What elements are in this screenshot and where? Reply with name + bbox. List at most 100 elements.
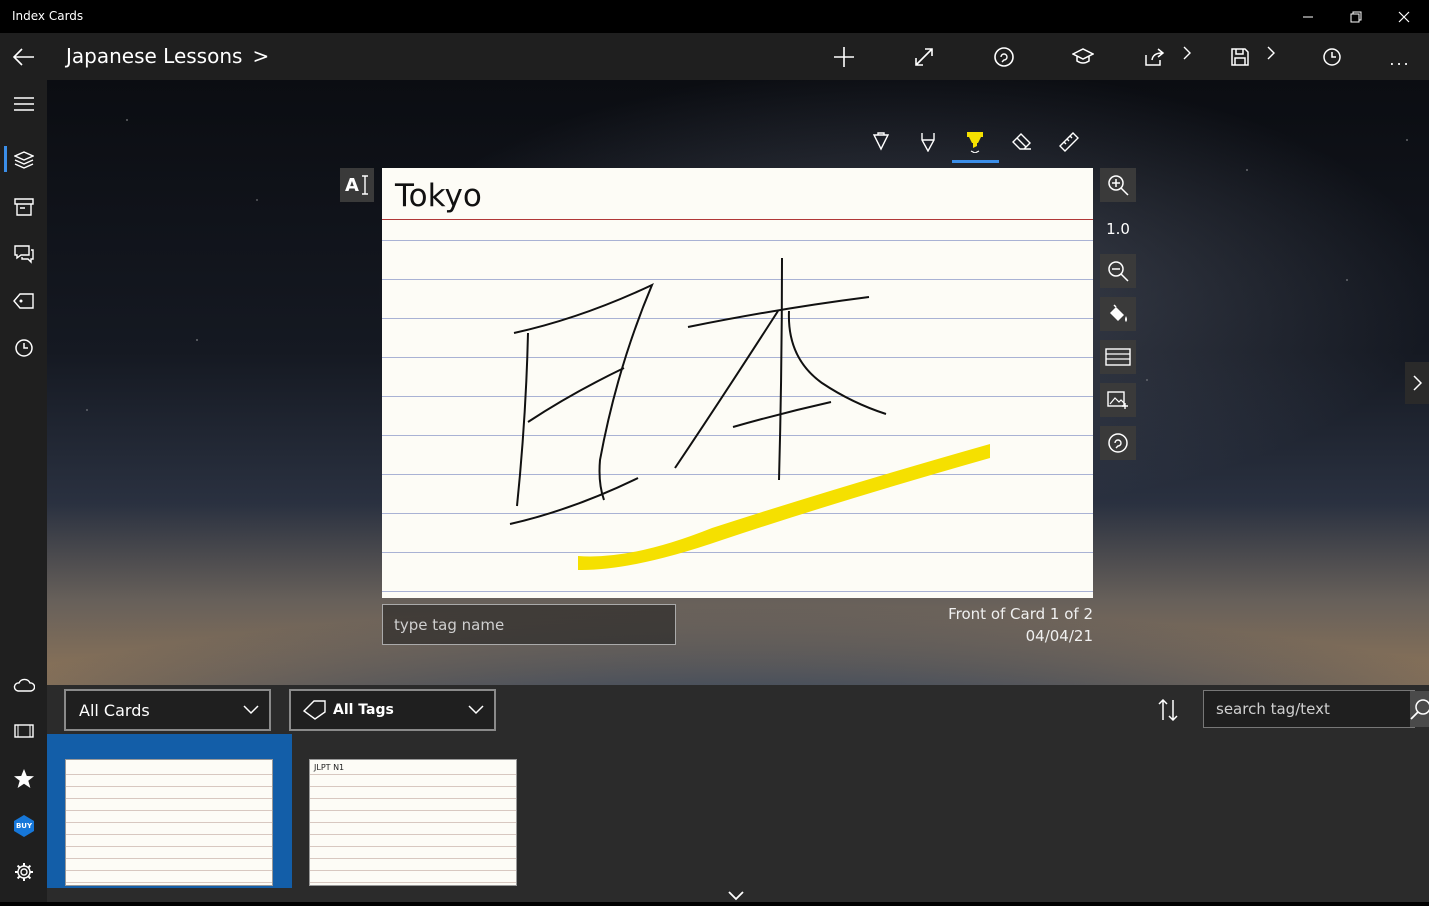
add-icon [834,47,854,67]
restore-button[interactable] [1333,0,1379,33]
tag-name-input[interactable] [383,605,675,644]
zoom-in-button[interactable] [1100,168,1136,202]
sidebar-item-buy[interactable]: BUY [4,806,44,846]
more-icon: ... [1389,49,1411,69]
index-card[interactable]: Tokyo [382,168,1093,598]
card-editor: A Tokyo 1.0 type tag name Front of Card … [47,80,1429,685]
sidebar-item-slideshow[interactable] [4,711,44,751]
sort-icon [1158,699,1178,721]
cards-filter-value: All Cards [79,700,150,720]
restore-icon [1350,11,1362,22]
back-button[interactable] [0,33,47,80]
tags-filter-value: All Tags [333,702,394,718]
eraser-icon [1012,133,1031,150]
chevron-down-icon [728,891,744,901]
ruler-button[interactable] [1051,124,1087,160]
highlighter-button[interactable] [957,124,993,160]
ink-stroke [509,477,639,525]
card-thumbnail-2[interactable]: JLPT N1 [309,759,517,886]
text-mode-label: A [345,174,359,196]
share-button[interactable] [1137,39,1173,75]
more-button[interactable]: ... [1382,39,1418,75]
card-thumbnail-1[interactable] [65,759,273,886]
flip-icon [1108,433,1128,453]
expand-panel-button[interactable] [727,887,745,906]
add-card-button[interactable] [826,39,862,75]
minimize-icon [1303,16,1313,17]
sidebar-item-tags[interactable] [4,281,44,321]
highlighter-icon [967,132,983,153]
insert-image-icon [1107,391,1128,409]
deck-name[interactable]: Japanese Lessons [66,44,242,68]
tags-icon [13,293,34,309]
app-bar: Japanese Lessons > ... [0,33,1429,80]
save-button[interactable] [1222,39,1258,75]
share-icon [1145,48,1165,66]
tag-input-box[interactable] [382,604,676,645]
flip-card-button[interactable] [986,39,1022,75]
history-button[interactable] [1314,39,1350,75]
share-expand-button[interactable] [1180,41,1194,65]
tag-icon [303,700,326,720]
save-expand-button[interactable] [1264,41,1278,65]
insert-image-button[interactable] [1100,383,1136,417]
buy-label: BUY [15,822,33,830]
sidebar-item-archive[interactable] [4,187,44,227]
next-card-button[interactable] [1405,362,1429,404]
cards-filter-dropdown[interactable]: All Cards [64,689,271,731]
search-button[interactable] [1410,691,1429,727]
selected-tool-indicator [952,160,999,163]
sidebar-item-favorite[interactable] [4,759,44,799]
archive-icon [14,198,34,216]
search-box[interactable] [1203,690,1429,728]
quiz-icon [14,245,34,264]
ink-stroke [787,310,887,415]
flip-side-button[interactable] [1100,426,1136,460]
text-mode-button[interactable]: A [340,168,374,202]
breadcrumb-separator: > [252,44,270,68]
sidebar-item-decks[interactable] [4,140,44,180]
close-icon [1398,11,1410,22]
hamburger-icon [14,97,34,111]
breadcrumb[interactable]: Japanese Lessons > [66,44,269,68]
zoom-in-icon [1108,175,1129,196]
pencil-button[interactable] [910,124,946,160]
sidebar-item-cloud[interactable] [4,665,44,705]
search-input[interactable] [1204,691,1410,727]
highlight-stroke [578,444,990,571]
sort-button[interactable] [1151,693,1185,727]
chevron-down-icon [243,705,259,715]
sidebar-item-settings[interactable] [4,852,44,892]
window-title: Index Cards [12,9,84,23]
close-button[interactable] [1381,0,1427,33]
save-icon [1231,48,1249,66]
card-lines-button[interactable] [1100,340,1136,374]
ruler-icon [1059,132,1079,152]
sidebar-item-history[interactable] [4,328,44,368]
hamburger-button[interactable] [4,84,44,124]
fullscreen-button[interactable] [906,39,942,75]
eraser-button[interactable] [1004,124,1040,160]
history-icon [15,339,33,357]
zoom-level: 1.0 [1106,220,1130,238]
card-color-button[interactable] [1100,297,1136,331]
history-icon [1323,48,1341,66]
ballpoint-pen-icon [872,132,890,151]
ink-canvas[interactable] [382,168,1093,598]
flip-icon [994,47,1014,67]
search-icon [1410,699,1429,720]
tags-filter-dropdown[interactable]: All Tags [289,689,496,731]
ballpoint-pen-button[interactable] [863,124,899,160]
text-cursor-icon [361,175,368,195]
study-icon [1072,48,1094,64]
ink-stroke [513,282,654,501]
zoom-out-button[interactable] [1100,254,1136,288]
minimize-button[interactable] [1285,0,1331,33]
ink-stroke [674,310,779,469]
study-button[interactable] [1065,39,1101,75]
zoom-out-icon [1108,261,1129,282]
lines-icon [1105,348,1131,366]
ink-stroke [516,332,529,507]
chevron-right-icon [1413,375,1422,391]
sidebar-item-quiz[interactable] [4,234,44,274]
